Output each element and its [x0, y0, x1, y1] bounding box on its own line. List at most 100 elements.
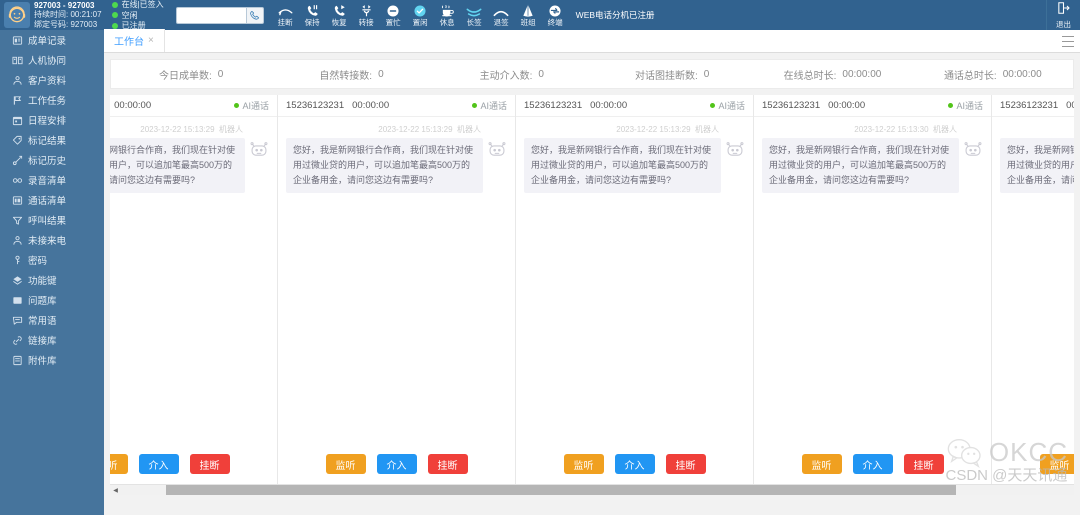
tool-label: 休息: [439, 18, 455, 27]
stat-value: 0: [217, 68, 224, 80]
scrollbar-track[interactable]: [121, 484, 1074, 495]
sidebar-item-label: 未接来电: [28, 236, 67, 247]
sidebar-item-14[interactable]: 问题库: [0, 290, 104, 310]
dial-input[interactable]: [175, 6, 246, 24]
tool-transfer-button[interactable]: 转接: [353, 3, 380, 27]
call-number: 15236123231: [1000, 100, 1059, 111]
tool-resume-button[interactable]: 恢复: [326, 3, 353, 27]
horizontal-scrollbar[interactable]: ◀: [110, 484, 1074, 495]
scroll-left-arrow-icon[interactable]: ◀: [110, 485, 121, 496]
hangup-button[interactable]: 挂断: [665, 454, 706, 474]
sidebar-item-2[interactable]: 人机协同: [0, 50, 104, 70]
message-meta: 2023-12-22 15:13:29 机器人: [524, 124, 745, 135]
sidebar-item-1[interactable]: 成单记录: [0, 30, 104, 50]
headset-avatar-icon: [4, 2, 30, 28]
join-button[interactable]: 介入: [138, 454, 179, 474]
tool-set-busy-button[interactable]: 置忙: [380, 3, 407, 27]
dial-block: [170, 0, 270, 30]
call-card-actions: 监听介入挂断: [278, 444, 515, 484]
scrollbar-thumb[interactable]: [166, 484, 956, 495]
sidebar-item-11[interactable]: 未接来电: [0, 230, 104, 250]
sidebar-item-8[interactable]: 录音清单: [0, 170, 104, 190]
sidebar-item-7[interactable]: 标记历史: [0, 150, 104, 170]
message-bubble: 您好，我是新网银行合作商，我们现在针对使用过微业贷的用户，可以追加笔最高500万…: [1000, 138, 1074, 193]
link-bank-icon: [12, 335, 23, 346]
sidebar-item-9[interactable]: 通话清单: [0, 190, 104, 210]
stat-item-4: 对话图挂断数: 0: [592, 67, 752, 82]
stats-bar: 今日成单数: 0 自然转接数: 0 主动介入数: 0 对话图挂断数: 0 在线总时长: 00:00…: [110, 59, 1074, 89]
tool-label: 挂断: [277, 18, 293, 27]
sidebar-item-13[interactable]: 功能键: [0, 270, 104, 290]
sidebar-item-5[interactable]: 日程安排: [0, 110, 104, 130]
signout-icon: [493, 3, 509, 18]
tool-break-button[interactable]: 休息: [434, 3, 461, 27]
listen-button[interactable]: 监听: [563, 454, 604, 474]
conversation-area: 2023-12-22 15:13:29 机器人您好，我是新网银行合作商，我们现在…: [110, 117, 277, 444]
ai-call-badge: AI通话: [472, 99, 507, 112]
stat-key: 对话图挂断数:: [634, 70, 698, 82]
message-speaker: 机器人: [933, 125, 957, 134]
stat-key: 今日成单数:: [158, 70, 212, 82]
exit-button[interactable]: 退出: [1046, 0, 1080, 30]
tool-label: 置闲: [412, 18, 428, 27]
join-button[interactable]: 介入: [614, 454, 655, 474]
sidebar-item-17[interactable]: 附件库: [0, 350, 104, 370]
ai-call-badge: AI通话: [234, 99, 269, 112]
sidebar-item-4[interactable]: 工作任务: [0, 90, 104, 110]
stat-item-2: 自然转接数: 0: [271, 67, 431, 82]
message-meta: 2023-12-22 15:13:30 机器人: [762, 124, 983, 135]
sidebar-item-12[interactable]: 密码: [0, 250, 104, 270]
sidebar-item-15[interactable]: 常用语: [0, 310, 104, 330]
stat-value: 00:00:00: [1002, 68, 1042, 80]
tag-history-icon: [12, 155, 23, 166]
ai-status-dot-icon: [472, 103, 478, 108]
stat-key: 通话总时长:: [943, 70, 997, 82]
sidebar-item-16[interactable]: 链接库: [0, 330, 104, 350]
ai-call-label: AI通话: [480, 101, 507, 111]
tool-terminal-button[interactable]: 终端: [542, 3, 569, 27]
call-card-header: 15236123231 00:00:00 AI通话: [516, 95, 753, 117]
stat-item-6: 通话总时长: 00:00:00: [913, 67, 1073, 82]
tool-team-button[interactable]: 班组: [515, 3, 542, 27]
ai-call-badge: AI通话: [948, 99, 983, 112]
listen-button[interactable]: 监听: [325, 454, 366, 474]
call-card: 1523612323100:00:00AI通话2023-12-22 15:13:…: [992, 95, 1074, 484]
ai-status-dot-icon: [234, 103, 240, 108]
listen-button[interactable]: 监听: [801, 454, 842, 474]
join-button[interactable]: 介入: [376, 454, 417, 474]
tool-set-idle-button[interactable]: 置闲: [407, 3, 434, 27]
schedule-icon: [12, 115, 23, 126]
close-icon[interactable]: ×: [148, 35, 154, 46]
sidebar-item-3[interactable]: 客户资料: [0, 70, 104, 90]
hangup-button[interactable]: 挂断: [427, 454, 468, 474]
workbench-content: 今日成单数: 0 自然转接数: 0 主动介入数: 0 对话图挂断数: 0 在线总时长: 00:00…: [104, 53, 1080, 515]
tool-hangup-button[interactable]: 挂断: [272, 3, 299, 27]
hangup-button[interactable]: 挂断: [903, 454, 944, 474]
tab-workbench[interactable]: 工作台 ×: [104, 29, 165, 52]
status-row-idle: 空闲: [111, 11, 164, 20]
tool-hold-button[interactable]: 保持: [299, 3, 326, 27]
agent-info-block: 927003 - 927003 持续时间: 00:21:07 绑定号码: 927…: [0, 0, 106, 30]
sidebar-item-6[interactable]: 标记结果: [0, 130, 104, 150]
exit-label: 退出: [1056, 20, 1071, 29]
listen-button[interactable]: 监听: [1039, 454, 1074, 474]
stat-key: 在线总时长:: [783, 70, 837, 82]
phone-dial-icon[interactable]: [245, 6, 264, 24]
message-row: 您好，我是新网银行合作商，我们现在针对使用过微业贷的用户，可以追加笔最高500万…: [524, 138, 745, 193]
join-button[interactable]: 介入: [852, 454, 893, 474]
tool-signout-button[interactable]: 退签: [488, 3, 515, 27]
tab-list-menu-icon[interactable]: [1062, 36, 1074, 47]
stat-item-5: 在线总时长: 00:00:00: [752, 67, 912, 82]
message-speaker: 机器人: [695, 125, 719, 134]
sidebar-item-label: 录音清单: [28, 176, 67, 187]
call-duration: 00:00:00: [590, 100, 628, 111]
transfer-icon: [359, 3, 374, 18]
sidebar-item-label: 常用语: [28, 316, 57, 327]
hangup-button[interactable]: 挂断: [189, 454, 230, 474]
tool-label: 长签: [466, 18, 482, 27]
sidebar-item-10[interactable]: 呼叫结果: [0, 210, 104, 230]
stat-item-1: 今日成单数: 0: [111, 67, 271, 82]
listen-button[interactable]: 监听: [110, 454, 128, 474]
tool-long-signin-button[interactable]: 长签: [461, 3, 488, 27]
tool-label: 置忙: [385, 18, 401, 27]
